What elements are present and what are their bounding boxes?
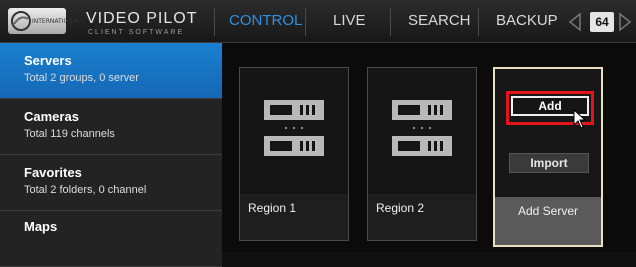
- arrow-left-icon[interactable]: [566, 12, 584, 32]
- server-grid: Region 1 Region 2 Add Import Add Server: [222, 43, 636, 252]
- sidebar-item-favorites[interactable]: Favorites Total 2 folders, 0 channel: [0, 155, 222, 211]
- arrow-right-icon[interactable]: [616, 12, 634, 32]
- server-group-card[interactable]: Region 2: [367, 67, 477, 241]
- mouse-pointer-icon: [573, 109, 587, 129]
- tab-control[interactable]: CONTROL: [229, 12, 302, 29]
- page-count-badge: 64: [590, 12, 614, 32]
- sidebar-item-title: Servers: [24, 53, 72, 68]
- sidebar-item-title: Maps: [24, 219, 58, 234]
- card-label: Region 2: [376, 201, 425, 215]
- sidebar-item-subtitle: Total 119 channels: [24, 128, 115, 140]
- logo-swoosh-icon: [11, 11, 31, 31]
- divider: [305, 8, 306, 36]
- divider: [390, 8, 391, 36]
- app-subtitle: CLIENT SOFTWARE: [88, 29, 185, 36]
- sidebar: Servers Total 2 groups, 0 server Cameras…: [0, 43, 222, 267]
- sidebar-item-subtitle: Total 2 groups, 0 server: [24, 72, 139, 84]
- sidebar-item-maps[interactable]: Maps: [0, 211, 222, 267]
- tab-search[interactable]: SEARCH: [408, 12, 471, 29]
- sidebar-item-title: Cameras: [24, 109, 79, 124]
- tab-backup[interactable]: BACKUP: [496, 12, 558, 29]
- add-server-label: Add Server: [517, 204, 579, 218]
- app-title: VIDEO PILOT: [86, 10, 198, 27]
- sidebar-item-cameras[interactable]: Cameras Total 119 channels: [0, 99, 222, 155]
- divider: [214, 8, 215, 36]
- card-thumbnail: [368, 68, 476, 194]
- tab-live[interactable]: LIVE: [333, 12, 366, 29]
- server-group-card[interactable]: Region 1: [239, 67, 349, 241]
- top-bar: INTERNATIONAL VIDEO PILOT CLIENT SOFTWAR…: [0, 0, 636, 43]
- server-rack-icon: [392, 100, 452, 156]
- import-button[interactable]: Import: [509, 153, 589, 173]
- company-logo: INTERNATIONAL: [8, 8, 80, 34]
- add-server-card: Add Import Add Server: [493, 67, 603, 247]
- server-rack-icon: [264, 100, 324, 156]
- card-label: Region 1: [248, 201, 297, 215]
- logo-text: INTERNATIONAL: [32, 18, 81, 25]
- divider: [478, 8, 479, 36]
- sidebar-item-servers[interactable]: Servers Total 2 groups, 0 server: [0, 43, 222, 99]
- sidebar-item-subtitle: Total 2 folders, 0 channel: [24, 184, 147, 196]
- card-thumbnail: [240, 68, 348, 194]
- add-server-panel: [495, 69, 601, 197]
- sidebar-item-title: Favorites: [24, 165, 82, 180]
